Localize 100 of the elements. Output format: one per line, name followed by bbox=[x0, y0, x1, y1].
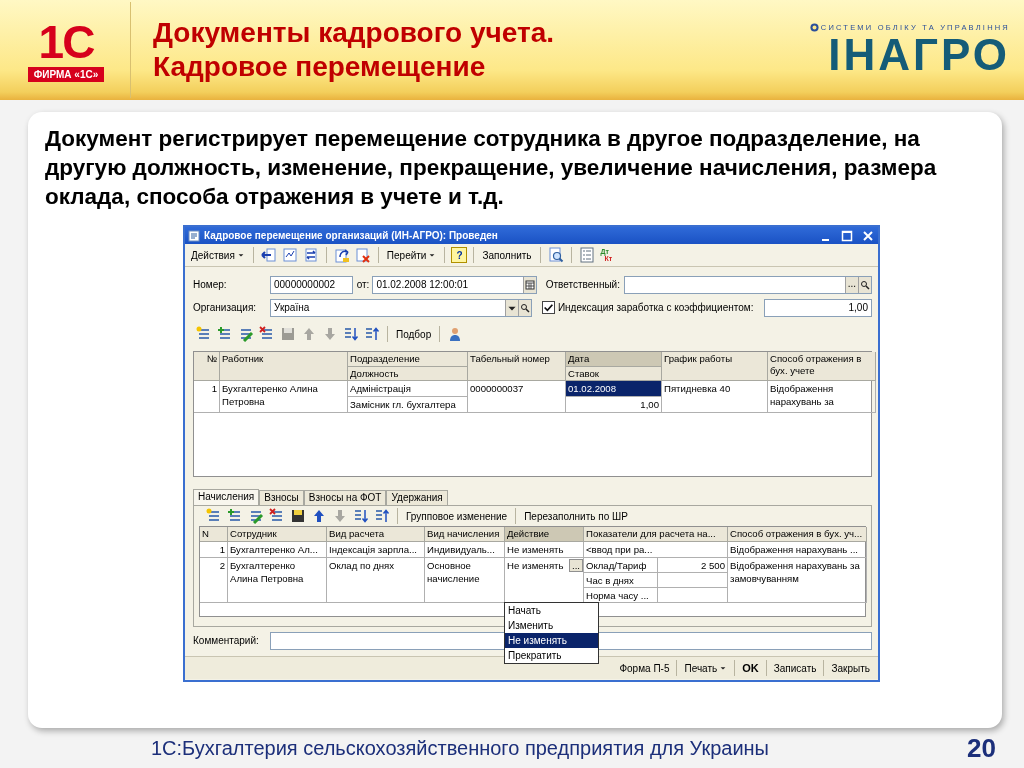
menu-item[interactable]: Прекратить bbox=[505, 648, 598, 663]
table-cell: Адміністрація bbox=[348, 381, 468, 397]
add-row-icon[interactable] bbox=[196, 326, 212, 342]
help-button[interactable]: ? bbox=[451, 247, 468, 263]
tab[interactable]: Удержания bbox=[386, 490, 448, 505]
maximize-icon[interactable] bbox=[840, 228, 854, 243]
column-header[interactable]: Сотрудник bbox=[228, 527, 327, 542]
sort-descending-icon[interactable] bbox=[364, 326, 380, 342]
form-button[interactable]: Закрыть bbox=[827, 662, 874, 674]
caret-icon bbox=[236, 251, 245, 259]
close-icon[interactable] bbox=[861, 228, 875, 243]
tab[interactable]: Взносы на ФОТ bbox=[303, 490, 387, 505]
choose-button[interactable]: ... bbox=[844, 276, 858, 293]
back-arrow-icon[interactable] bbox=[260, 247, 277, 263]
column-header[interactable]: Вид начисления bbox=[425, 527, 505, 542]
table-cell: Оклад/Тариф bbox=[584, 558, 658, 573]
input-field[interactable]: 1,00 bbox=[763, 298, 872, 317]
form-button[interactable]: Форма П-5 bbox=[615, 662, 674, 674]
document-icon bbox=[188, 229, 200, 242]
table-cell: Оклад по днях bbox=[327, 558, 425, 603]
logo-wordmark: ІНАГРО bbox=[828, 31, 1010, 78]
column-header[interactable]: N bbox=[200, 527, 228, 542]
document-exchange-icon[interactable] bbox=[302, 247, 319, 263]
table-cell: Индивидуаль... bbox=[425, 542, 505, 558]
column-header[interactable]: График работы bbox=[662, 352, 768, 381]
edit-row-icon[interactable] bbox=[248, 508, 264, 524]
form-button[interactable]: Записать bbox=[769, 662, 821, 674]
logo-caption: ФИРМА «1С» bbox=[27, 66, 105, 82]
table-cell: 01.02.2008 bbox=[566, 381, 662, 397]
toolbar-button[interactable]: Перезаполнить по ШР bbox=[522, 508, 630, 524]
table-cell: 2 500 bbox=[658, 558, 728, 573]
menu-item[interactable]: Не изменять bbox=[505, 633, 598, 648]
ok-button[interactable]: OK bbox=[738, 662, 763, 674]
delete-row-icon[interactable] bbox=[269, 508, 285, 524]
checkmark-icon bbox=[542, 302, 554, 313]
table-cell: Відображення нарахувань за bbox=[768, 381, 876, 413]
field-label: Комментарий: bbox=[193, 635, 260, 646]
input-field[interactable]: ... bbox=[623, 275, 872, 294]
caret-icon bbox=[719, 664, 728, 672]
edit-row-icon[interactable] bbox=[238, 326, 254, 342]
table-cell: Бухгалтеренко Алина Петровна bbox=[220, 381, 348, 413]
logo-mark: 1С bbox=[38, 18, 94, 65]
table-cell: Пятидневка 40 bbox=[662, 381, 768, 413]
input-field[interactable]: 01.02.2008 12:00:01 bbox=[372, 275, 537, 294]
search-icon bbox=[858, 276, 871, 293]
column-header[interactable]: Дата bbox=[566, 352, 662, 367]
table-cell: Час в днях bbox=[584, 573, 658, 588]
column-header[interactable]: Способ отражения в бух. уч... bbox=[728, 527, 867, 542]
up-arrow-icon[interactable] bbox=[311, 508, 327, 524]
column-header[interactable]: № bbox=[194, 352, 220, 381]
column-header[interactable]: Показатели для расчета на... bbox=[584, 527, 728, 542]
field-label: Номер: bbox=[193, 279, 228, 290]
column-header[interactable]: Способ отражения в бух. учете bbox=[768, 352, 876, 381]
toolbar-button[interactable]: Заполнить bbox=[480, 247, 534, 263]
table-cell: 1 bbox=[194, 381, 220, 413]
menu-button[interactable]: Перейти bbox=[384, 247, 439, 263]
slide-title: Документы кадрового учета. bbox=[153, 16, 554, 50]
choose-button[interactable]: ... bbox=[569, 559, 583, 572]
table-cell: 2 bbox=[200, 558, 228, 603]
toolbar-button[interactable]: Групповое изменение bbox=[404, 508, 510, 524]
toolbar-button[interactable]: Подбор bbox=[394, 326, 434, 342]
menu-button[interactable]: Печать bbox=[680, 662, 732, 674]
copy-row-icon[interactable] bbox=[227, 508, 243, 524]
window-title: Кадровое перемещение организаций (ИН-АГРО): Проведен bbox=[204, 230, 499, 241]
column-header[interactable]: Подразделение bbox=[348, 352, 468, 367]
column-header[interactable]: Табельный номер bbox=[468, 352, 566, 381]
column-header[interactable]: Вид расчета bbox=[327, 527, 425, 542]
menu-item[interactable]: Начать bbox=[505, 603, 598, 618]
input-field[interactable]: 00000000002 bbox=[270, 275, 353, 294]
slide-title: Кадровое перемещение bbox=[153, 50, 487, 84]
column-header[interactable]: Должность bbox=[348, 367, 468, 381]
field-label: от: bbox=[356, 279, 370, 290]
save-icon[interactable] bbox=[290, 508, 306, 524]
sort-descending-icon[interactable] bbox=[374, 508, 390, 524]
menu-button[interactable]: Действия bbox=[189, 247, 247, 263]
calendar-icon bbox=[522, 276, 536, 293]
sort-ascending-icon[interactable] bbox=[353, 508, 369, 524]
copy-row-icon[interactable] bbox=[217, 326, 233, 342]
table-cell: Бухгалтеренко Ал... bbox=[228, 542, 327, 558]
add-row-icon[interactable] bbox=[206, 508, 222, 524]
tab[interactable]: Начисления bbox=[193, 489, 260, 505]
column-header[interactable]: Работник bbox=[220, 352, 348, 381]
table-cell: 1,00 bbox=[566, 397, 662, 413]
table-cell: Бухгалтеренко Алина Петровна bbox=[228, 558, 327, 603]
sort-ascending-icon[interactable] bbox=[343, 326, 359, 342]
tab[interactable]: Взносы bbox=[259, 490, 304, 505]
table-cell: Не изменять bbox=[507, 559, 564, 572]
table-cell: Відображення нарахувань за замовчуванням bbox=[728, 558, 867, 603]
magnifier-icon[interactable] bbox=[547, 247, 564, 263]
empty-cell bbox=[658, 588, 728, 603]
column-header[interactable]: Ставок bbox=[566, 367, 662, 381]
document-move-icon[interactable] bbox=[333, 247, 350, 263]
input-field[interactable]: Україна bbox=[270, 298, 532, 317]
menu-item[interactable]: Изменить bbox=[505, 618, 598, 633]
table-cell: 1 bbox=[200, 542, 228, 558]
column-header[interactable]: Действие bbox=[505, 527, 584, 542]
delete-row-icon[interactable] bbox=[259, 326, 275, 342]
document-delete-icon[interactable] bbox=[354, 247, 371, 263]
checkbox[interactable] bbox=[541, 301, 555, 314]
chart-document-icon[interactable] bbox=[281, 247, 298, 263]
